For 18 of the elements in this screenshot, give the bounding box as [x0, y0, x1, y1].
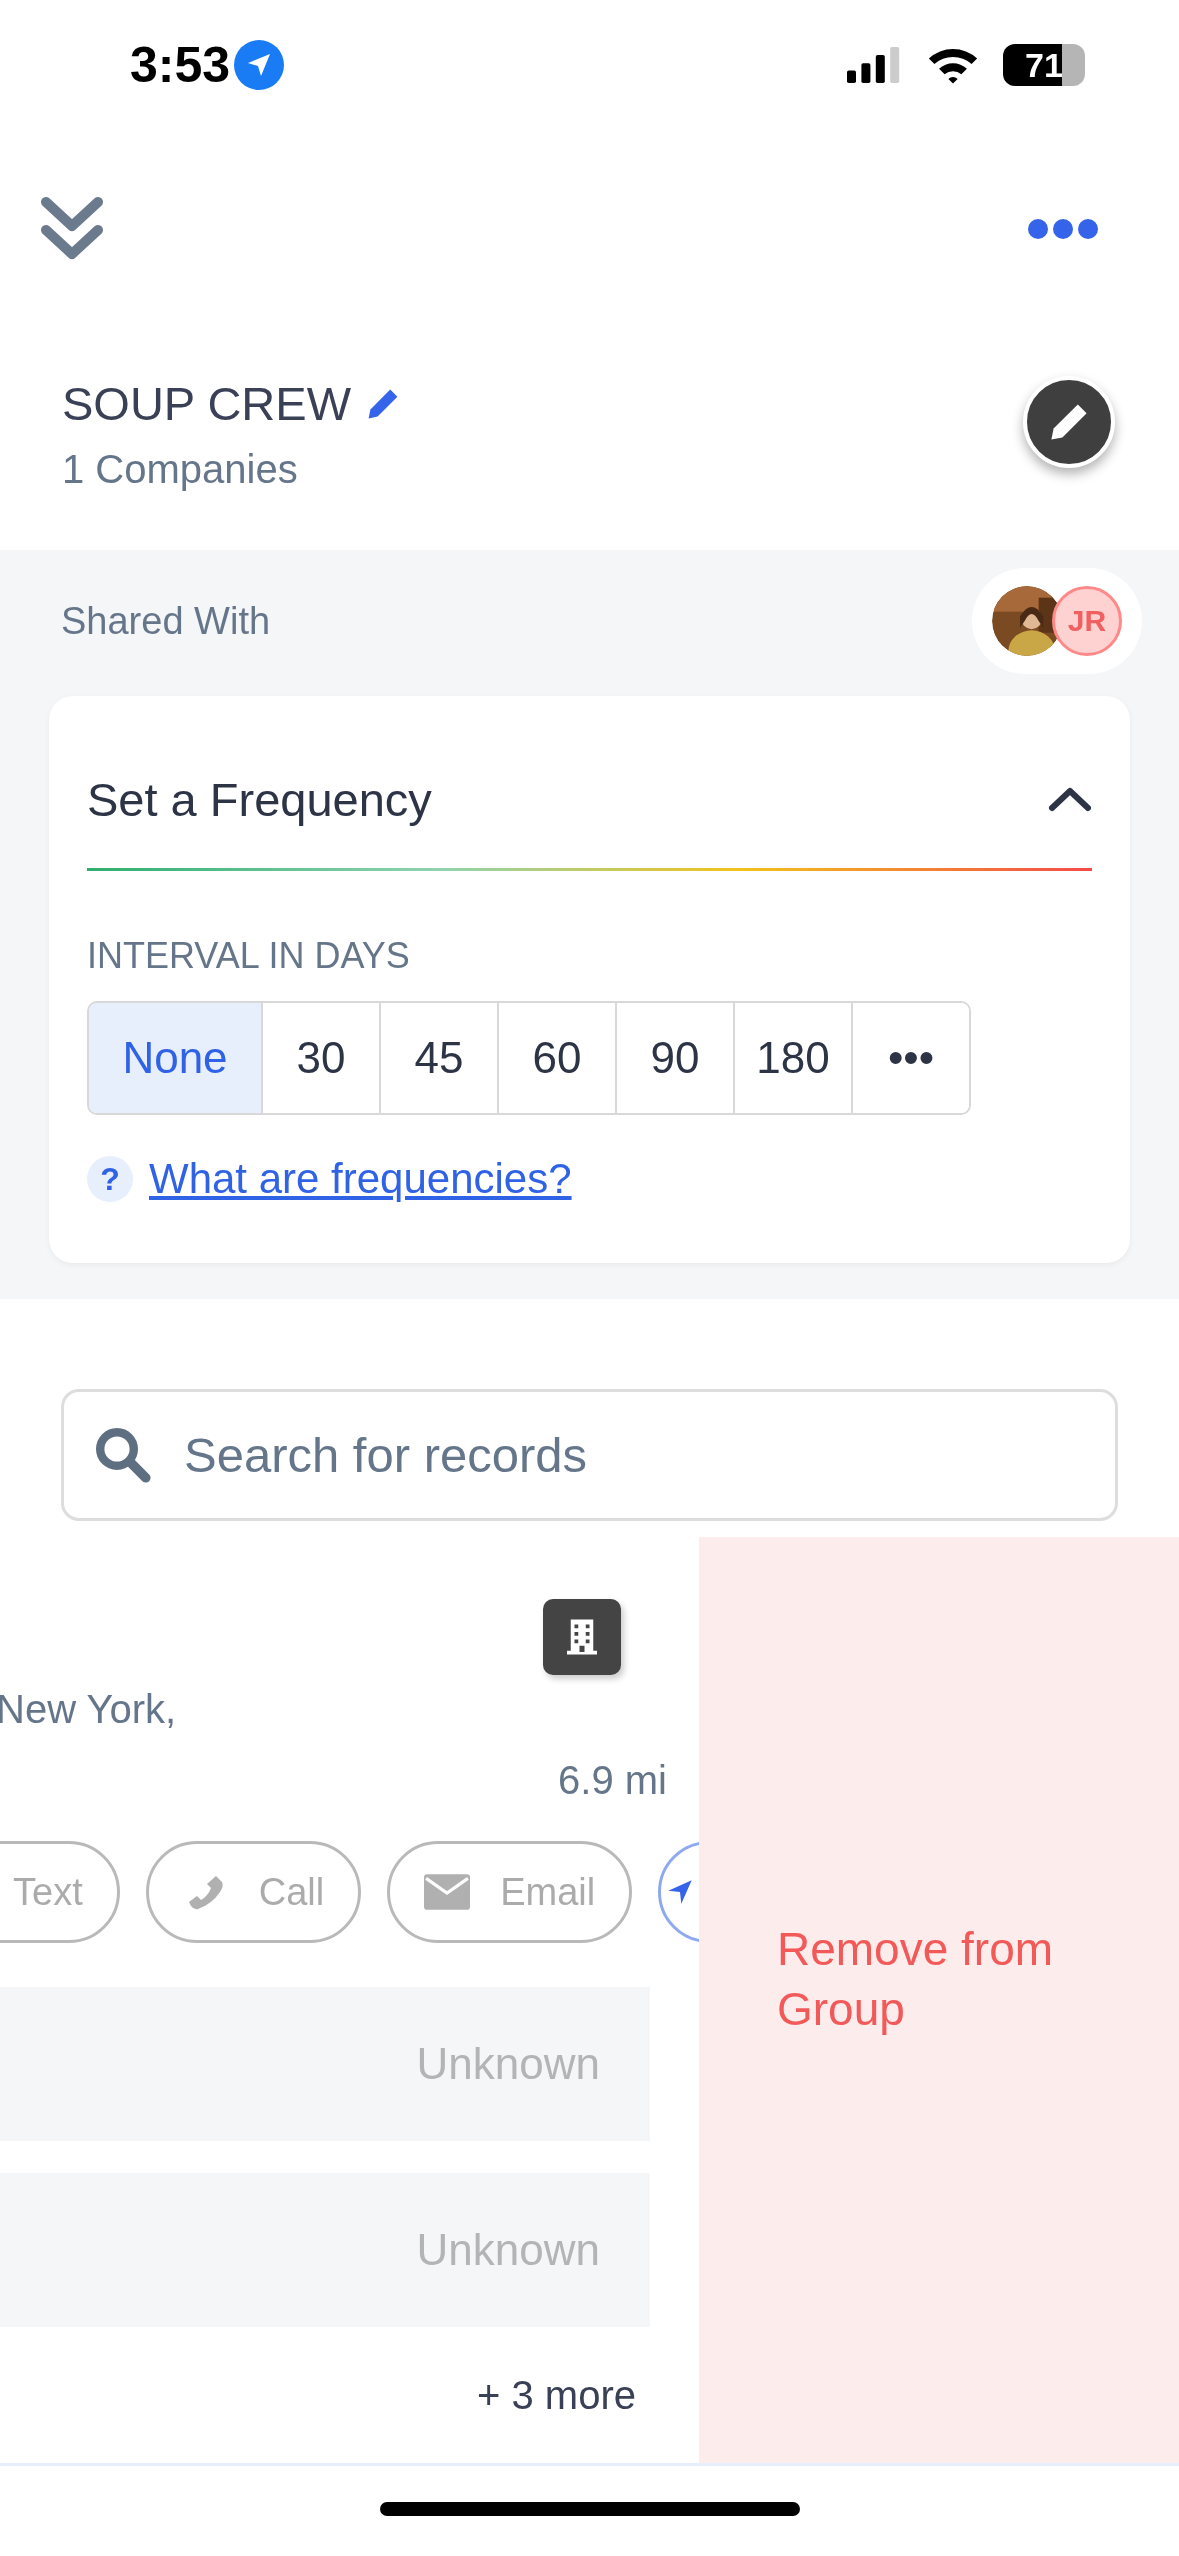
avatar-initials: JR	[1052, 586, 1122, 656]
frequency-title: Set a Frequency	[87, 771, 432, 827]
help-link[interactable]: What are frequencies?	[149, 1155, 572, 1203]
record-distance: 6.9 mi	[558, 1758, 667, 1803]
group-title: SOUP CREW	[62, 376, 351, 431]
field-value: Unknown	[416, 2039, 600, 2089]
field-value: Unknown	[416, 2225, 600, 2275]
company-count: 1 Companies	[62, 447, 299, 492]
more-fields-link[interactable]: + 3 more	[477, 2373, 636, 2418]
interval-option[interactable]: •••	[851, 1003, 969, 1113]
status-time: 3:53	[130, 36, 231, 94]
interval-label: INTERVAL IN DAYS	[87, 935, 410, 977]
battery-icon: 71	[1003, 44, 1085, 86]
search-field[interactable]: Search for records	[61, 1389, 1118, 1521]
interval-option[interactable]: None	[89, 1003, 261, 1113]
record-address: New York,	[0, 1687, 178, 1732]
help-icon: ?	[87, 1156, 133, 1202]
shared-with-label: Shared With	[61, 599, 271, 643]
